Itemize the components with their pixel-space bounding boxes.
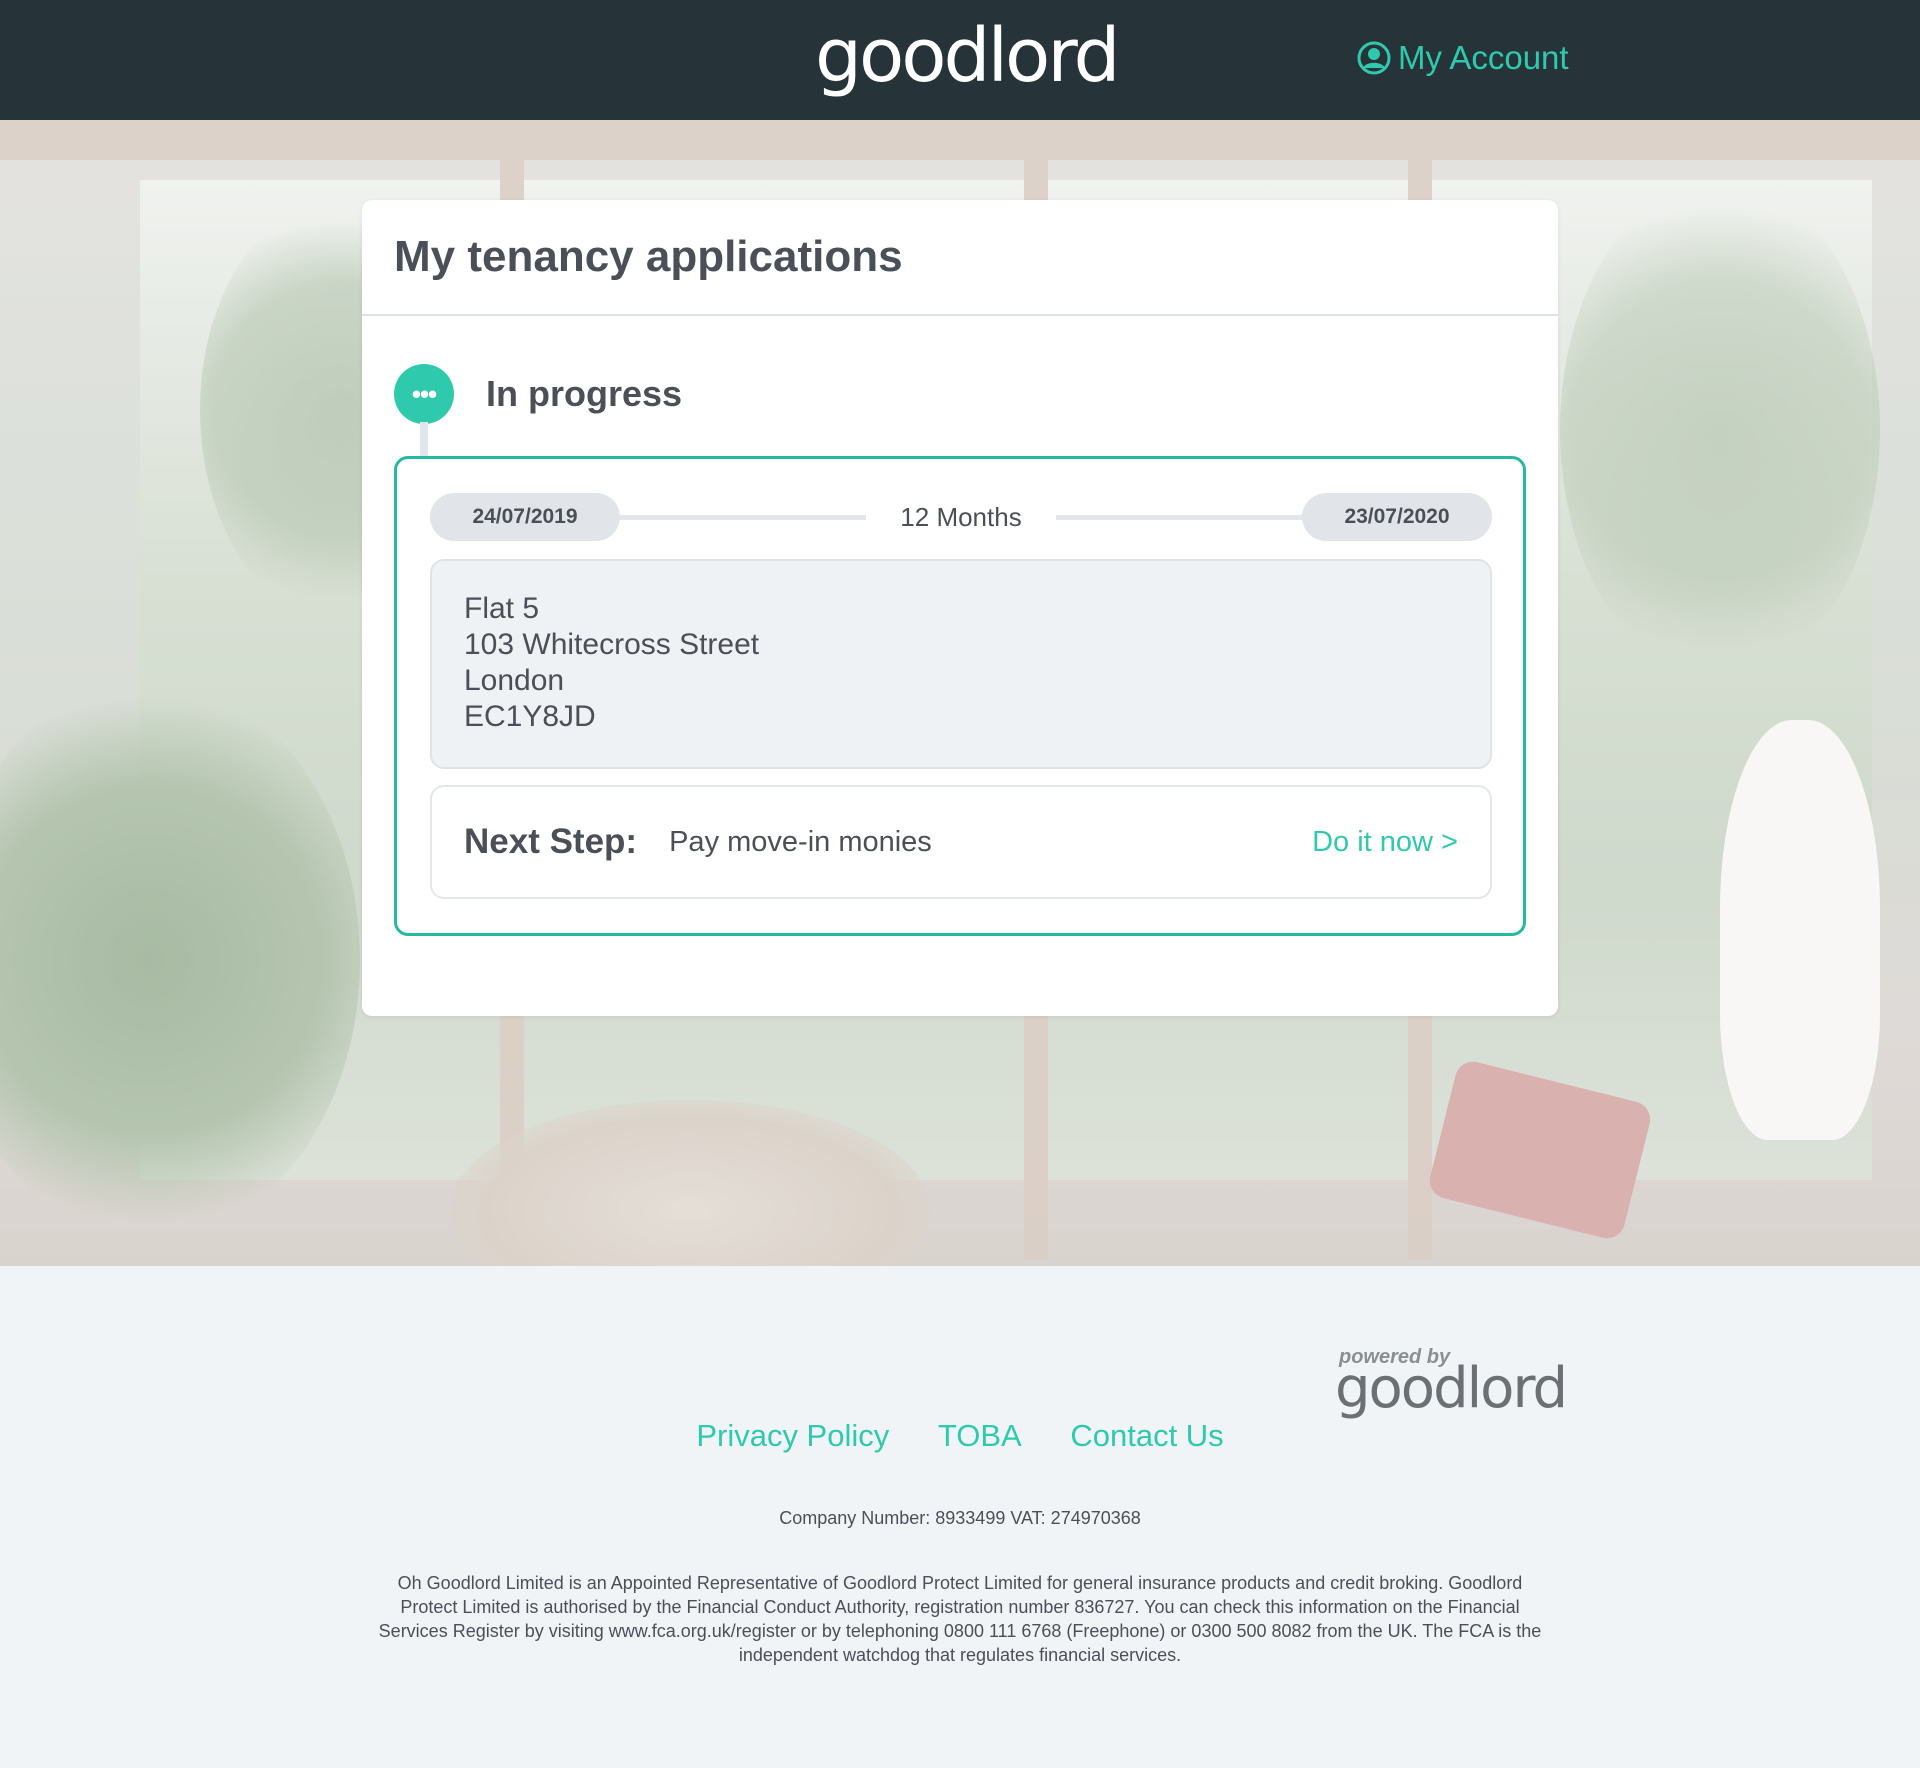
address-line-3: London (464, 664, 565, 697)
legal-disclaimer: Oh Goodlord Limited is an Appointed Repr… (378, 1573, 1542, 1665)
end-date-badge: 23/07/2020 (1302, 493, 1492, 541)
user-account-icon (1356, 40, 1392, 76)
card-header: My tenancy applications (362, 200, 1558, 316)
status-row: ••• In progress (394, 364, 682, 424)
tenancy-applications-card: My tenancy applications ••• In progress … (362, 200, 1558, 1016)
top-navbar: goodlord My Account (0, 0, 1920, 120)
in-progress-dots-icon: ••• (394, 364, 454, 424)
next-step-panel: Next Step: Pay move-in monies Do it now … (430, 785, 1492, 899)
tenancy-duration: 12 Months (866, 493, 1056, 541)
tenancy-timeline: 24/07/2019 12 Months 23/07/2020 (430, 493, 1492, 541)
toba-link[interactable]: TOBA (938, 1418, 1022, 1453)
next-step-label: Next Step: (464, 822, 638, 861)
company-info: Company Number: 8933499 VAT: 274970368 (779, 1508, 1141, 1528)
do-it-now-link[interactable]: Do it now > (1312, 826, 1458, 859)
property-address: Flat 5 103 Whitecross Street London EC1Y… (430, 559, 1492, 769)
page-title: My tenancy applications (394, 232, 903, 281)
powered-by-logo-text: goodlord (1335, 1356, 1568, 1421)
next-step-value: Pay move-in monies (669, 825, 932, 858)
status-connector (420, 422, 428, 458)
timeline-line-right (1050, 515, 1310, 520)
my-account-label: My Account (1398, 39, 1569, 76)
start-date-badge: 24/07/2019 (430, 493, 620, 541)
footer-links: Privacy Policy TOBA Contact Us (0, 1418, 1920, 1454)
address-line-2: 103 Whitecross Street (464, 628, 760, 661)
application-card[interactable]: 24/07/2019 12 Months 23/07/2020 Flat 5 1… (394, 456, 1526, 936)
address-line-1: Flat 5 (464, 592, 540, 625)
footer: powered by goodlord Privacy Policy TOBA … (0, 1266, 1920, 1768)
timeline-line-left (610, 515, 870, 520)
status-label: In progress (486, 373, 683, 414)
my-account-link[interactable]: My Account (1356, 36, 1569, 80)
goodlord-logo[interactable]: goodlord (815, 6, 1120, 106)
address-postcode: EC1Y8JD (464, 700, 596, 733)
contact-us-link[interactable]: Contact Us (1070, 1418, 1223, 1453)
privacy-policy-link[interactable]: Privacy Policy (696, 1418, 889, 1453)
